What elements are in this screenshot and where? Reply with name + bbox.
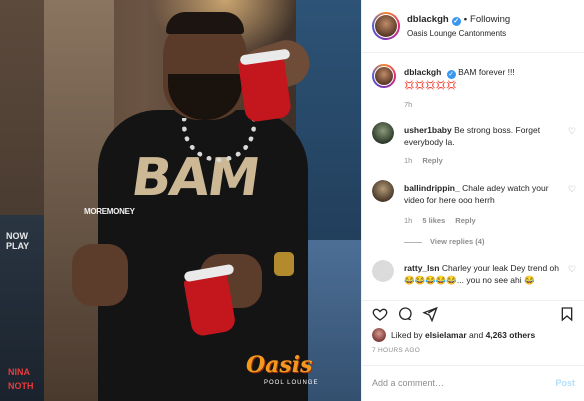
follow-status-button[interactable]: Following bbox=[470, 14, 510, 25]
heart-icon[interactable]: ♡ bbox=[567, 126, 577, 136]
post-header: dblackgh ✓ • Following Oasis Lounge Cantonm… bbox=[362, 0, 584, 53]
liker-avatar[interactable] bbox=[372, 328, 386, 342]
likes-count-button[interactable]: 4,263 others bbox=[486, 330, 536, 340]
separator-dot: • bbox=[463, 14, 468, 25]
comment-username[interactable]: ratty_lsn bbox=[404, 263, 439, 273]
view-replies-label: View replies (4) bbox=[430, 237, 485, 246]
caption-username[interactable]: dblackgh bbox=[404, 67, 441, 77]
comment-bubble-icon[interactable] bbox=[397, 306, 413, 322]
comment-item: ballindrippin_ Chale adey watch your vid… bbox=[372, 180, 577, 244]
heart-icon[interactable]: ♡ bbox=[567, 264, 577, 274]
action-bar bbox=[362, 300, 584, 326]
reply-button[interactable]: Reply bbox=[422, 156, 442, 165]
commenter-avatar[interactable] bbox=[372, 122, 394, 144]
add-comment-input[interactable]: Add a comment… bbox=[372, 378, 444, 388]
share-send-icon[interactable] bbox=[422, 306, 438, 322]
author-username-row: dblackgh ✓ • Following bbox=[407, 14, 510, 26]
post-timestamp[interactable]: 7 HOURS AGO bbox=[372, 347, 420, 354]
verified-badge-icon: ✓ bbox=[446, 70, 456, 79]
comment-time[interactable]: 1h bbox=[404, 216, 412, 225]
comment-username[interactable]: usher1baby bbox=[404, 125, 452, 135]
poster-text-bottom-1: NINA bbox=[8, 367, 30, 377]
post-photo[interactable]: NOW PLAY NINA NOTH BAM MOREMONEY Oasis P… bbox=[0, 0, 361, 401]
comment-time[interactable]: 1h bbox=[404, 156, 412, 165]
bookmark-icon[interactable] bbox=[559, 306, 575, 322]
add-comment-bar: Add a comment… Post bbox=[362, 365, 584, 401]
post-comment-button[interactable]: Post bbox=[555, 378, 575, 388]
view-replies-button[interactable]: View replies (4) bbox=[404, 237, 484, 246]
author-avatar[interactable] bbox=[372, 12, 400, 40]
photo-watermark: MOREMONEY bbox=[84, 207, 135, 216]
liked-by-prefix: Liked by bbox=[391, 330, 423, 340]
caption-avatar[interactable] bbox=[372, 64, 396, 88]
commenter-avatar[interactable] bbox=[372, 180, 394, 202]
shirt-print: BAM bbox=[127, 148, 262, 208]
reply-button[interactable]: Reply bbox=[455, 216, 475, 225]
wrist-watch bbox=[274, 252, 294, 276]
author-username[interactable]: dblackgh bbox=[407, 14, 449, 25]
caption-time[interactable]: 7h bbox=[404, 100, 412, 109]
red-cup-top bbox=[237, 55, 293, 123]
commenter-avatar[interactable] bbox=[372, 260, 394, 282]
oasis-logo: Oasis POOL LOUNGE bbox=[246, 352, 326, 392]
liker-username[interactable]: elsielamar bbox=[425, 330, 467, 340]
like-heart-icon[interactable] bbox=[372, 306, 388, 322]
man-hair bbox=[166, 12, 244, 34]
post-location[interactable]: Oasis Lounge Cantonments bbox=[407, 29, 506, 38]
comments-list: dblackgh ✓ BAM forever !!! 💢💢💢💢💢 7h ushe… bbox=[362, 54, 584, 299]
caption: dblackgh ✓ BAM forever !!! 💢💢💢💢💢 7h bbox=[372, 64, 577, 110]
oasis-logo-subtext: POOL LOUNGE bbox=[264, 380, 319, 386]
comment-likes[interactable]: 5 likes bbox=[422, 216, 445, 225]
verified-badge-icon: ✓ bbox=[451, 17, 461, 26]
oasis-logo-text: Oasis bbox=[246, 352, 313, 378]
comment-item: usher1baby Be strong boss. Forget everyb… bbox=[372, 122, 577, 172]
heart-icon[interactable]: ♡ bbox=[567, 184, 577, 194]
post-sidebar: dblackgh ✓ • Following Oasis Lounge Cantonm… bbox=[361, 0, 584, 401]
liked-by-and: and bbox=[469, 330, 484, 340]
view-replies-line bbox=[404, 241, 422, 243]
comment-item: ratty_lsn Charley your leak Dey trend oh… bbox=[372, 260, 577, 299]
poster-text-top: NOW PLAY bbox=[6, 231, 30, 251]
background-poster: NOW PLAY NINA NOTH bbox=[0, 215, 44, 401]
poster-text-bottom-2: NOTH bbox=[8, 381, 34, 391]
left-hand bbox=[72, 244, 128, 306]
comment-username[interactable]: ballindrippin_ bbox=[404, 183, 460, 193]
